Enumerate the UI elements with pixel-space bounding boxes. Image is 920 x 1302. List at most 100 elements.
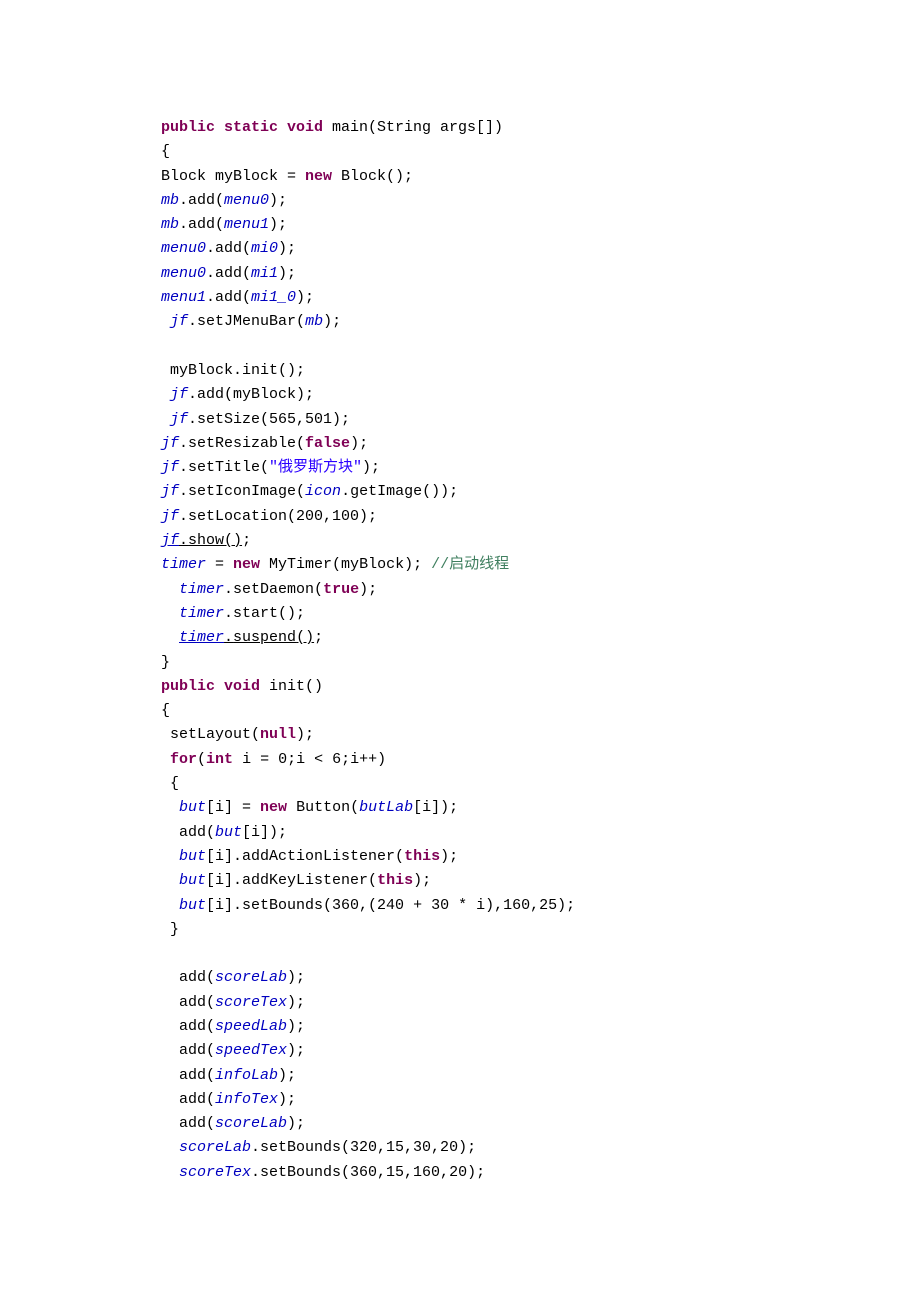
code-token: ); [278, 1067, 296, 1084]
code-token: new [305, 168, 332, 185]
code-token: .setSize(565,501); [188, 411, 350, 428]
code-token: } [170, 921, 179, 938]
code-token: .setBounds(320,15,30,20); [251, 1139, 476, 1156]
code-token: ); [287, 1042, 305, 1059]
code-token: .add( [206, 240, 251, 257]
code-token: add( [179, 1042, 215, 1059]
code-token: .setDaemon( [224, 581, 323, 598]
code-token: add( [179, 824, 215, 841]
code-token: ); [278, 1091, 296, 1108]
code-token: public void [161, 678, 260, 695]
code-token: [i]); [242, 824, 287, 841]
code-token: menu1 [224, 216, 269, 233]
code-token: .setResizable( [179, 435, 305, 452]
code-token: but [215, 824, 242, 841]
code-token: i = 0;i < 6;i++) [233, 751, 386, 768]
code-token: add( [179, 969, 215, 986]
code-token: setLayout( [170, 726, 260, 743]
code-token: scoreTex [179, 1164, 251, 1181]
code-token: . [179, 532, 188, 549]
code-token: menu0 [161, 265, 206, 282]
code-line: scoreTex.setBounds(360,15,160,20); [161, 1161, 920, 1185]
code-line: but[i].setBounds(360,(240 + 30 * i),160,… [161, 894, 920, 918]
code-token: ); [296, 289, 314, 306]
code-token: [i] = [206, 799, 260, 816]
code-token: .setJMenuBar( [188, 313, 305, 330]
code-line [161, 335, 920, 359]
code-token: [i]); [413, 799, 458, 816]
code-token: //启动线程 [431, 556, 509, 573]
code-line: jf.show(); [161, 529, 920, 553]
code-token: ); [296, 726, 314, 743]
code-token: main(String args[]) [323, 119, 503, 136]
code-token: timer [179, 581, 224, 598]
code-token: add( [179, 1018, 215, 1035]
code-token: but [179, 897, 206, 914]
code-token: .start(); [224, 605, 305, 622]
code-token: infoTex [215, 1091, 278, 1108]
code-line: menu1.add(mi1_0); [161, 286, 920, 310]
code-token: ); [278, 240, 296, 257]
code-token: ; [242, 532, 251, 549]
code-line: jf.setSize(565,501); [161, 408, 920, 432]
code-line: setLayout(null); [161, 723, 920, 747]
code-token: ); [269, 192, 287, 209]
code-line: add(infoTex); [161, 1088, 920, 1112]
code-line: menu0.add(mi1); [161, 262, 920, 286]
code-token: jf [161, 459, 179, 476]
code-token: jf [170, 313, 188, 330]
code-token: true [323, 581, 359, 598]
code-token: but [179, 848, 206, 865]
code-line: menu0.add(mi0); [161, 237, 920, 261]
code-token: jf [161, 532, 179, 549]
code-token: timer [179, 629, 224, 646]
code-token: () [224, 532, 242, 549]
code-token: { [161, 143, 170, 160]
code-token: new [260, 799, 287, 816]
code-token: scoreLab [179, 1139, 251, 1156]
code-token: jf [161, 483, 179, 500]
code-token: } [161, 654, 170, 671]
code-token: scoreLab [215, 969, 287, 986]
code-token: add( [179, 1091, 215, 1108]
code-line: add(speedLab); [161, 1015, 920, 1039]
code-token: ); [323, 313, 341, 330]
code-token: .add( [206, 265, 251, 282]
code-token: ); [359, 581, 377, 598]
code-token: .setIconImage( [179, 483, 305, 500]
code-line: { [161, 772, 920, 796]
code-token: infoLab [215, 1067, 278, 1084]
code-block: public static void main(String args[]) { B… [0, 0, 920, 1185]
code-token: butLab [359, 799, 413, 816]
code-token: mi1 [251, 265, 278, 282]
code-token: .setTitle( [179, 459, 269, 476]
code-token: null [260, 726, 296, 743]
code-line: but[i].addKeyListener(this); [161, 869, 920, 893]
code-line: add(scoreLab); [161, 1112, 920, 1136]
code-token: ; [314, 629, 323, 646]
code-line: { [161, 699, 920, 723]
code-token: Block myBlock = [161, 168, 305, 185]
code-token: public static void [161, 119, 323, 136]
code-line: add(speedTex); [161, 1039, 920, 1063]
code-token: ); [440, 848, 458, 865]
code-token: = [206, 556, 233, 573]
code-token: jf [170, 411, 188, 428]
code-token: mb [305, 313, 323, 330]
code-token: for [170, 751, 197, 768]
code-token: .setBounds(360,15,160,20); [251, 1164, 485, 1181]
code-token: speedTex [215, 1042, 287, 1059]
code-line: } [161, 918, 920, 942]
code-token: ); [278, 265, 296, 282]
code-line: { [161, 140, 920, 164]
code-token: .add( [206, 289, 251, 306]
code-token: Block(); [332, 168, 413, 185]
code-line: scoreLab.setBounds(320,15,30,20); [161, 1136, 920, 1160]
code-line: add(scoreLab); [161, 966, 920, 990]
code-token: mb [161, 216, 179, 233]
code-line: add(but[i]); [161, 821, 920, 845]
code-token: ); [287, 969, 305, 986]
code-token: new [233, 556, 260, 573]
code-token: .add(myBlock); [188, 386, 314, 403]
code-token: int [206, 751, 233, 768]
